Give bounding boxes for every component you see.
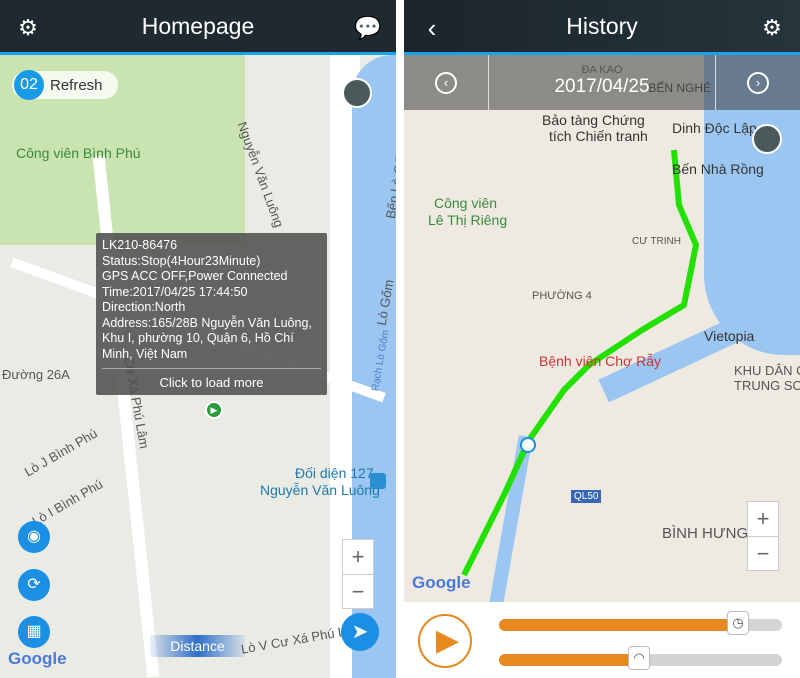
speed-slider[interactable]: ◠ [499,646,782,670]
previous-day-button[interactable]: ‹ [404,55,489,110]
grid-menu-icon[interactable]: ▦ [18,616,50,648]
google-logo: Google [8,649,67,668]
locate-icon[interactable]: ◉ [18,521,50,553]
gear-icon[interactable]: ⚙ [14,14,42,42]
gear-icon[interactable]: ⚙ [758,14,786,42]
device-info-popup: LK210-86476 Status:Stop(4Hour23Minute) G… [96,233,327,395]
progress-slider[interactable]: ◷ [499,611,782,635]
zoom-in-button[interactable]: + [343,540,373,574]
homepage-header: ⚙ Homepage 💬 [0,0,396,55]
distance-button[interactable]: Distance [150,635,245,657]
page-title: Homepage [141,12,255,39]
refresh-countdown: 02 [14,70,44,100]
device-time: Time:2017/04/25 17:44:50 [102,284,248,299]
message-icon[interactable]: 💬 [354,14,382,42]
refresh-button[interactable]: 02 Refresh [12,70,118,100]
device-marker-icon[interactable]: ▶ [205,401,223,419]
device-address: Address:165/28B Nguyễn Văn Luông, Khu I,… [102,315,312,361]
history-map[interactable]: Bảo tàng Chứng tích Chiến tranh Dinh Độc… [404,55,800,605]
homepage-screen: ⚙ Homepage 💬 Công viên Bình Phú Đường 26… [0,0,396,678]
next-day-button[interactable]: › [715,55,800,110]
refresh-label: Refresh [50,77,103,94]
bus-stop-icon [370,473,386,489]
google-logo: Google [412,573,471,592]
device-direction: Direction:North [102,300,186,314]
play-button[interactable]: ▶ [418,614,472,668]
device-id: LK210-86476 [102,238,178,252]
speed-fill [499,654,632,666]
device-power: GPS ACC OFF,Power Connected [102,269,288,283]
date-display: ĐA KAO 2017/04/25 BẾN NGHÉ [554,63,711,97]
zoom-out-button[interactable]: − [343,574,373,608]
chevron-left-icon[interactable]: ‹ [418,14,446,42]
progress-fill [499,619,732,631]
zoom-in-button[interactable]: + [748,502,778,536]
zoom-controls: + − [747,501,779,571]
clock-icon[interactable]: ◷ [727,611,750,635]
chevron-right-circle-icon: › [747,71,769,94]
page-title: History [566,12,638,39]
zoom-controls: + − [342,539,374,609]
direction-marker-icon [520,437,536,453]
device-status: Status:Stop(4Hour23Minute) [102,253,261,268]
chevron-left-circle-icon: ‹ [435,71,457,94]
zoom-out-button[interactable]: − [748,536,778,570]
history-header: ‹ History ⚙ [404,0,800,55]
history-screen: ‹ History ⚙ Bảo tàng Chứng tích Chiến tr… [404,0,800,678]
navigate-icon[interactable]: ➤ [341,613,379,651]
avatar[interactable] [752,124,782,154]
playback-controls: ▶ ◷ ◠ [404,602,800,678]
date-selector: ‹ ĐA KAO 2017/04/25 BẾN NGHÉ › [404,55,800,110]
load-more-link[interactable]: Click to load more [102,368,321,391]
speedometer-icon[interactable]: ◠ [628,646,650,670]
avatar[interactable] [342,78,372,108]
sync-icon[interactable]: ⟳ [18,569,50,601]
map-label-ben-nghe: BẾN NGHÉ [648,81,711,95]
